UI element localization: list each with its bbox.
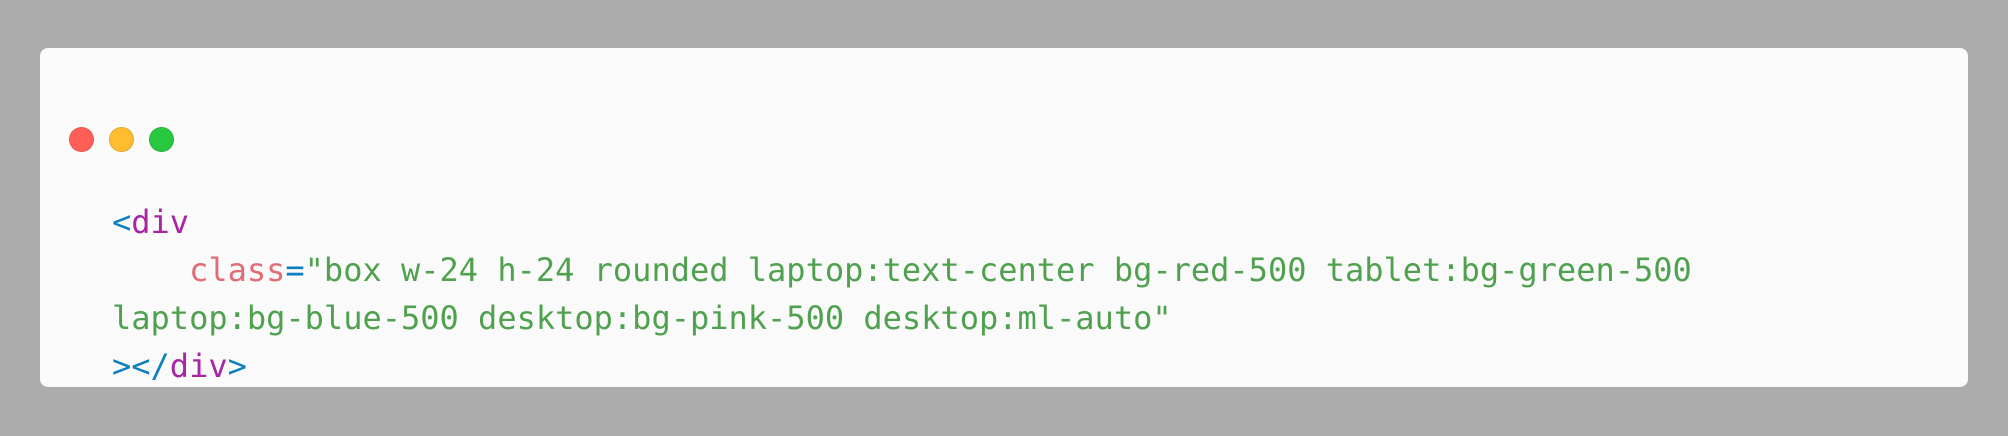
- window-controls: [69, 127, 174, 152]
- indent-token: [112, 251, 189, 289]
- close-dot-icon[interactable]: [69, 127, 94, 152]
- code-window: <div class="box w-24 h-24 rounded laptop…: [40, 48, 1968, 387]
- close-open-bracket-token: ></: [112, 347, 170, 385]
- close-bracket-token: >: [227, 347, 247, 385]
- code-line-2: class="box w-24 h-24 rounded laptop:text…: [112, 246, 1692, 294]
- equals-token: =: [285, 251, 305, 289]
- closing-tag-name-token: div: [169, 347, 228, 385]
- minimize-dot-icon[interactable]: [109, 127, 134, 152]
- code-line-4: ></div>: [112, 342, 1692, 390]
- zoom-dot-icon[interactable]: [149, 127, 174, 152]
- code-block: <div class="box w-24 h-24 rounded laptop…: [112, 198, 1692, 390]
- code-line-1: <div: [112, 198, 1692, 246]
- tag-name-token: div: [131, 203, 190, 241]
- attribute-value-token: "box w-24 h-24 rounded laptop:text-cente…: [304, 251, 1692, 289]
- code-line-3: laptop:bg-blue-500 desktop:bg-pink-500 d…: [112, 294, 1692, 342]
- attribute-value-continued-token: laptop:bg-blue-500 desktop:bg-pink-500 d…: [112, 299, 1172, 337]
- attribute-name-token: class: [189, 251, 286, 289]
- open-bracket-token: <: [112, 203, 132, 241]
